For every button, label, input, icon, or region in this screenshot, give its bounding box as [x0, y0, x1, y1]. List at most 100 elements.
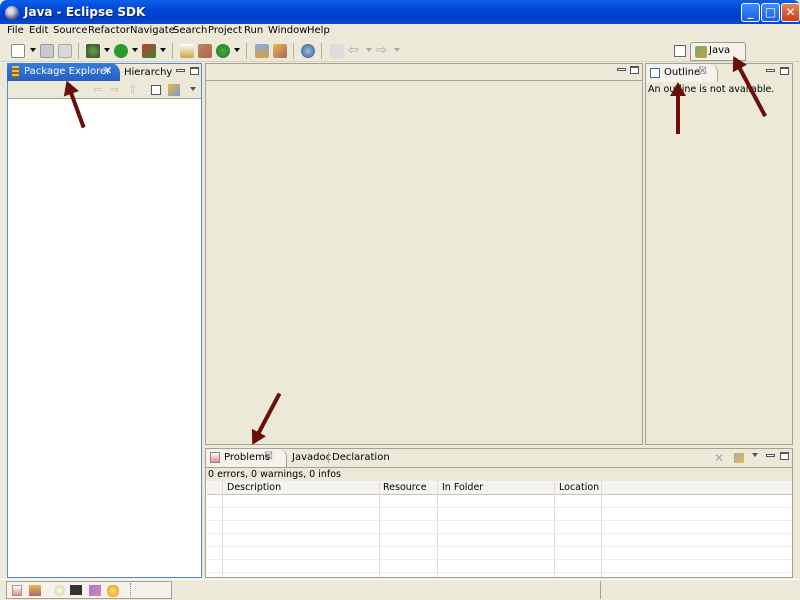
problems-icon — [210, 452, 220, 463]
problems-view: Problems ☒ Javadoc Declaration 0 errors,… — [205, 448, 793, 578]
column-divider — [222, 481, 223, 577]
column-description[interactable]: Description — [227, 482, 281, 493]
maximize-view-icon[interactable] — [780, 452, 789, 460]
external-tools-icon[interactable] — [142, 44, 156, 58]
minimize-button[interactable]: _ — [741, 3, 760, 22]
toolbar-separator — [78, 43, 79, 59]
view-menu-icon[interactable] — [752, 453, 758, 457]
menu-navigate[interactable]: Navigate — [130, 25, 175, 36]
menu-project[interactable]: Project — [208, 25, 242, 36]
open-type-icon[interactable] — [255, 44, 269, 58]
forward-icon[interactable]: ⇨ — [110, 83, 119, 96]
problems-fastview-icon[interactable] — [12, 585, 22, 596]
close-tab-icon[interactable]: ✕ — [103, 64, 112, 77]
minimize-view-icon[interactable] — [766, 69, 775, 72]
tab-package-explorer[interactable]: Package Explorer ✕ — [7, 63, 120, 81]
menu-window[interactable]: Window — [268, 25, 307, 36]
run-icon[interactable] — [114, 44, 128, 58]
tab-problems[interactable]: Problems ☒ — [206, 449, 287, 467]
close-icon: ✕ — [785, 5, 796, 19]
maximize-button[interactable]: □ — [761, 3, 780, 22]
back-dropdown-icon[interactable] — [366, 48, 372, 52]
problems-summary: 0 errors, 0 warnings, 0 infos — [208, 469, 341, 480]
column-divider — [601, 481, 602, 577]
tray-grip[interactable] — [130, 583, 131, 597]
column-location[interactable]: Location — [559, 482, 599, 493]
maximize-view-icon[interactable] — [190, 67, 199, 75]
save-icon[interactable] — [40, 44, 54, 58]
tips-fastview-icon[interactable] — [54, 585, 65, 596]
menu-search[interactable]: Search — [173, 25, 207, 36]
search-fastview-icon[interactable] — [89, 585, 101, 596]
up-icon[interactable]: ⇧ — [128, 83, 137, 96]
tab-outline[interactable]: Outline ☒ — [646, 64, 718, 82]
back-icon[interactable]: ⇦ — [93, 83, 102, 96]
back-icon[interactable]: ⇦ — [348, 44, 362, 58]
column-in-folder[interactable]: In Folder — [442, 482, 483, 493]
outline-view: Outline ☒ An outline is not available. — [645, 63, 793, 445]
progress-fastview-icon[interactable] — [107, 585, 119, 597]
menu-refactor[interactable]: Refactor — [88, 25, 130, 36]
window-title: Java - Eclipse SDK — [24, 5, 146, 19]
search-icon[interactable] — [273, 44, 287, 58]
minimize-editor-icon[interactable] — [617, 68, 626, 71]
forward-dropdown-icon[interactable] — [394, 48, 400, 52]
link-with-editor-icon[interactable] — [168, 84, 180, 96]
external-tools-dropdown-icon[interactable] — [160, 48, 166, 52]
close-tab-icon[interactable]: ☒ — [698, 66, 707, 77]
problems-table-header: Description Resource In Folder Location — [207, 481, 792, 495]
package-explorer-tree[interactable] — [8, 100, 201, 577]
table-row-divider — [207, 559, 792, 560]
menu-help[interactable]: Help — [307, 25, 330, 36]
maximize-editor-icon[interactable] — [630, 66, 639, 74]
collapse-all-icon[interactable] — [151, 85, 161, 95]
editor-divider — [206, 80, 642, 81]
tab-declaration[interactable]: Declaration — [328, 452, 390, 463]
close-tab-icon[interactable]: ☒ — [264, 451, 273, 462]
title-bar: Java - Eclipse SDK _ □ ✕ — [0, 0, 800, 26]
debug-dropdown-icon[interactable] — [104, 48, 110, 52]
menu-source[interactable]: Source — [53, 25, 87, 36]
new-class-icon[interactable] — [216, 44, 230, 58]
close-button[interactable]: ✕ — [781, 3, 800, 22]
toolbar-separator — [246, 43, 247, 59]
new-class-dropdown-icon[interactable] — [234, 48, 240, 52]
new-icon[interactable] — [11, 44, 25, 58]
filter-icon[interactable] — [734, 453, 744, 463]
menu-edit[interactable]: Edit — [29, 25, 48, 36]
status-message-field — [600, 581, 800, 599]
minimize-view-icon[interactable] — [766, 454, 775, 457]
maximize-icon: □ — [764, 5, 777, 19]
last-edit-icon[interactable] — [330, 44, 344, 58]
new-dropdown-icon[interactable] — [30, 48, 36, 52]
annotation-arrow — [670, 82, 686, 134]
table-row-divider — [207, 507, 792, 508]
run-dropdown-icon[interactable] — [132, 48, 138, 52]
new-package-icon[interactable] — [198, 44, 212, 58]
toolbar-separator — [172, 43, 173, 59]
tab-hierarchy[interactable]: Hierarchy — [120, 64, 172, 82]
menu-file[interactable]: File — [7, 25, 24, 36]
globe-icon[interactable] — [301, 44, 315, 58]
debug-icon[interactable] — [86, 44, 100, 58]
maximize-view-icon[interactable] — [780, 67, 789, 75]
outline-icon — [650, 68, 660, 78]
new-java-project-icon[interactable] — [180, 44, 194, 58]
open-perspective-icon[interactable] — [674, 45, 686, 57]
bookmarks-fastview-icon[interactable] — [29, 585, 41, 596]
print-icon[interactable] — [58, 44, 72, 58]
minimize-view-icon[interactable] — [176, 69, 185, 72]
column-divider — [437, 481, 438, 577]
delete-icon[interactable]: ✕ — [714, 451, 724, 465]
menu-run[interactable]: Run — [244, 25, 263, 36]
console-fastview-icon[interactable] — [70, 585, 82, 595]
tab-divider — [206, 467, 792, 468]
column-resource[interactable]: Resource — [383, 482, 427, 493]
java-perspective-icon — [695, 46, 707, 58]
toolbar-separator — [321, 43, 322, 59]
tab-javadoc[interactable]: Javadoc — [292, 452, 331, 463]
tab-package-explorer-label: Package Explorer — [24, 66, 111, 77]
view-menu-icon[interactable] — [190, 87, 196, 91]
forward-icon[interactable]: ⇨ — [376, 44, 390, 58]
eclipse-icon — [5, 6, 19, 20]
